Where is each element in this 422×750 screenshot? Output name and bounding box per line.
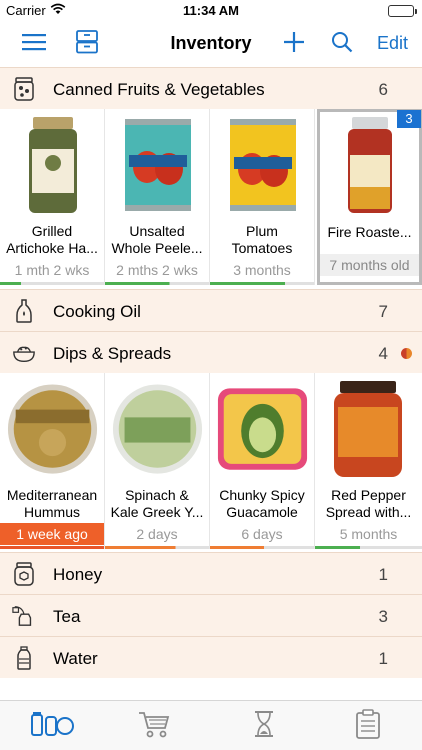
- page-title: Inventory: [170, 33, 252, 53]
- item-age: 2 mths 2 wks: [116, 262, 198, 278]
- hourglass-icon: [254, 710, 274, 743]
- freshness-bar: [210, 282, 314, 285]
- quantity-badge: 3: [397, 110, 421, 128]
- spinach-dip-tub-image: [111, 377, 204, 481]
- tab-inventory[interactable]: [30, 709, 74, 743]
- item-card[interactable]: Grilled Artichoke Ha... 1 mth 2 wks: [0, 109, 105, 285]
- section-title: Dips & Spreads: [53, 344, 172, 363]
- freshness-bar: [315, 546, 422, 549]
- item-age: 1 mth 2 wks: [14, 262, 90, 278]
- water-bottle-icon: [12, 646, 36, 670]
- section-tea[interactable]: Tea 3: [0, 594, 422, 636]
- section-dips[interactable]: Dips & Spreads 4: [0, 331, 422, 373]
- tab-bar: [0, 700, 422, 750]
- nav-bar: Inventory Edit: [0, 22, 422, 66]
- cart-icon: [138, 710, 170, 743]
- item-name: Plum Tomatoes: [231, 223, 293, 256]
- item-card[interactable]: Mediterranean Hummus 1 week ago: [0, 373, 105, 549]
- item-age: 2 days: [136, 526, 178, 542]
- battery-icon: [388, 5, 417, 17]
- item-name: Red Pepper Spread with...: [325, 487, 412, 520]
- tomato-can-image: [111, 113, 204, 217]
- section-canned[interactable]: Canned Fruits & Vegetables 6: [0, 67, 422, 109]
- section-title: Honey: [53, 565, 103, 584]
- oil-bottle-icon: [12, 299, 36, 323]
- item-name: Fire Roaste...: [327, 224, 412, 240]
- section-count: 7: [378, 302, 388, 321]
- item-card[interactable]: Unsalted Whole Peele... 2 mths 2 wks: [105, 109, 210, 285]
- item-name: Grilled Artichoke Ha...: [6, 223, 98, 256]
- plus-icon: [283, 31, 305, 58]
- status-bar: Carrier 11:34 AM: [0, 0, 422, 22]
- section-count: 1: [378, 649, 388, 668]
- edit-button[interactable]: Edit: [377, 33, 408, 54]
- section-count: 6: [378, 80, 388, 99]
- search-icon: [331, 31, 353, 58]
- item-card[interactable]: Plum Tomatoes 3 months: [210, 109, 315, 285]
- dips-items-row: Mediterranean Hummus 1 week ago Spinach &…: [0, 373, 422, 549]
- item-card[interactable]: Red Pepper Spread with... 5 months: [315, 373, 422, 549]
- item-age: 1 week ago: [0, 523, 104, 545]
- item-card[interactable]: Spinach & Kale Greek Y... 2 days: [105, 373, 210, 549]
- freshness-bar: [0, 546, 104, 549]
- hummus-tub-image: [6, 377, 99, 481]
- expiry-status-dot: [401, 348, 412, 359]
- inventory-icon: [30, 711, 74, 742]
- section-cooking-oil[interactable]: Cooking Oil 7: [0, 289, 422, 331]
- section-count: 4: [378, 344, 388, 363]
- artichoke-jar-image: [6, 113, 99, 217]
- item-card[interactable]: Chunky Spicy Guacamole 6 days: [210, 373, 315, 549]
- section-title: Water: [53, 649, 98, 668]
- section-count: 1: [378, 565, 388, 584]
- add-button[interactable]: [280, 30, 308, 58]
- item-name: Spinach & Kale Greek Y...: [110, 487, 204, 520]
- item-card-selected[interactable]: 3 Fire Roaste... 7 months old: [317, 109, 422, 285]
- checklist-icon: [355, 708, 381, 744]
- guacamole-pack-image: [216, 377, 309, 481]
- jar-icon: [12, 77, 36, 101]
- item-name: Chunky Spicy Guacamole: [219, 487, 305, 520]
- tab-lists[interactable]: [348, 708, 388, 744]
- salted-tomato-can-image: [216, 113, 309, 217]
- item-name: Mediterranean Hummus: [6, 487, 98, 520]
- section-honey[interactable]: Honey 1: [0, 552, 422, 594]
- tea-bag-icon: [12, 604, 36, 628]
- peppers-jar-image: [323, 113, 416, 217]
- section-count: 3: [378, 607, 388, 626]
- bowl-icon: [12, 341, 36, 365]
- freshness-bar: [105, 546, 209, 549]
- freshness-bar: [210, 546, 314, 549]
- tab-expiring[interactable]: [244, 709, 284, 743]
- freshness-bar: [105, 282, 209, 285]
- section-water[interactable]: Water 1: [0, 636, 422, 678]
- item-age: 6 days: [241, 526, 283, 542]
- clock: 11:34 AM: [183, 3, 239, 18]
- item-age: 7 months old: [320, 254, 419, 276]
- canned-items-row: Grilled Artichoke Ha... 1 mth 2 wks Unsal…: [0, 109, 422, 286]
- honey-jar-icon: [12, 562, 36, 586]
- freshness-bar: [0, 282, 104, 285]
- section-title: Canned Fruits & Vegetables: [53, 80, 265, 99]
- item-age: 3 months: [233, 262, 291, 278]
- item-age: 5 months: [339, 526, 398, 542]
- search-button[interactable]: [328, 30, 356, 58]
- section-title: Cooking Oil: [53, 302, 141, 321]
- item-name: Unsalted Whole Peele...: [111, 223, 203, 256]
- red-pepper-spread-jar-image: [321, 377, 414, 481]
- tab-shopping[interactable]: [134, 709, 174, 743]
- section-title: Tea: [53, 607, 81, 626]
